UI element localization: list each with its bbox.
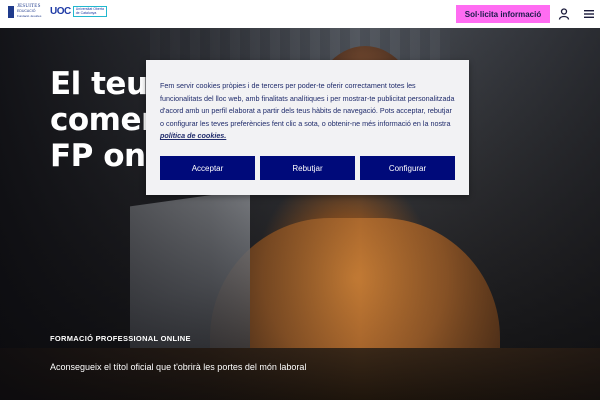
- uoc-logo-line2: de Catalunya: [75, 10, 97, 15]
- jesuites-logo-line3: Fundació Jesuïtes: [17, 13, 42, 18]
- jesuites-logo[interactable]: JESUITES EDUCACIÓ Fundació Jesuïtes: [8, 4, 41, 18]
- hero-subtitle: Aconsegueix el títol oficial que t'obrir…: [50, 362, 307, 372]
- site-header: JESUITES EDUCACIÓ Fundació Jesuïtes UOC …: [0, 0, 600, 28]
- hero-eyebrow: FORMACIÓ PROFESSIONAL ONLINE: [50, 334, 191, 343]
- menu-icon[interactable]: [583, 8, 595, 20]
- user-icon[interactable]: [558, 8, 570, 20]
- cookie-consent-dialog: Fem servir cookies pròpies i de tercers …: [146, 60, 469, 195]
- accept-cookies-button[interactable]: Acceptar: [160, 156, 255, 180]
- cookie-consent-body: Fem servir cookies pròpies i de tercers …: [160, 81, 455, 128]
- cookie-consent-text: Fem servir cookies pròpies i de tercers …: [160, 80, 456, 143]
- uoc-logo-mark: UOC: [50, 6, 71, 17]
- cookie-consent-actions: Acceptar Rebutjar Configurar: [160, 156, 455, 180]
- cookie-policy-link[interactable]: política de cookies.: [160, 131, 226, 140]
- configure-cookies-button[interactable]: Configurar: [360, 156, 455, 180]
- reject-cookies-button[interactable]: Rebutjar: [260, 156, 355, 180]
- uoc-logo[interactable]: UOC Universitat Oberta de Catalunya: [50, 6, 107, 17]
- request-info-button[interactable]: Sol·licita informació: [456, 5, 550, 23]
- jesuites-logo-line2: EDUCACIÓ: [17, 9, 36, 13]
- jesuites-logo-mark: [8, 6, 14, 18]
